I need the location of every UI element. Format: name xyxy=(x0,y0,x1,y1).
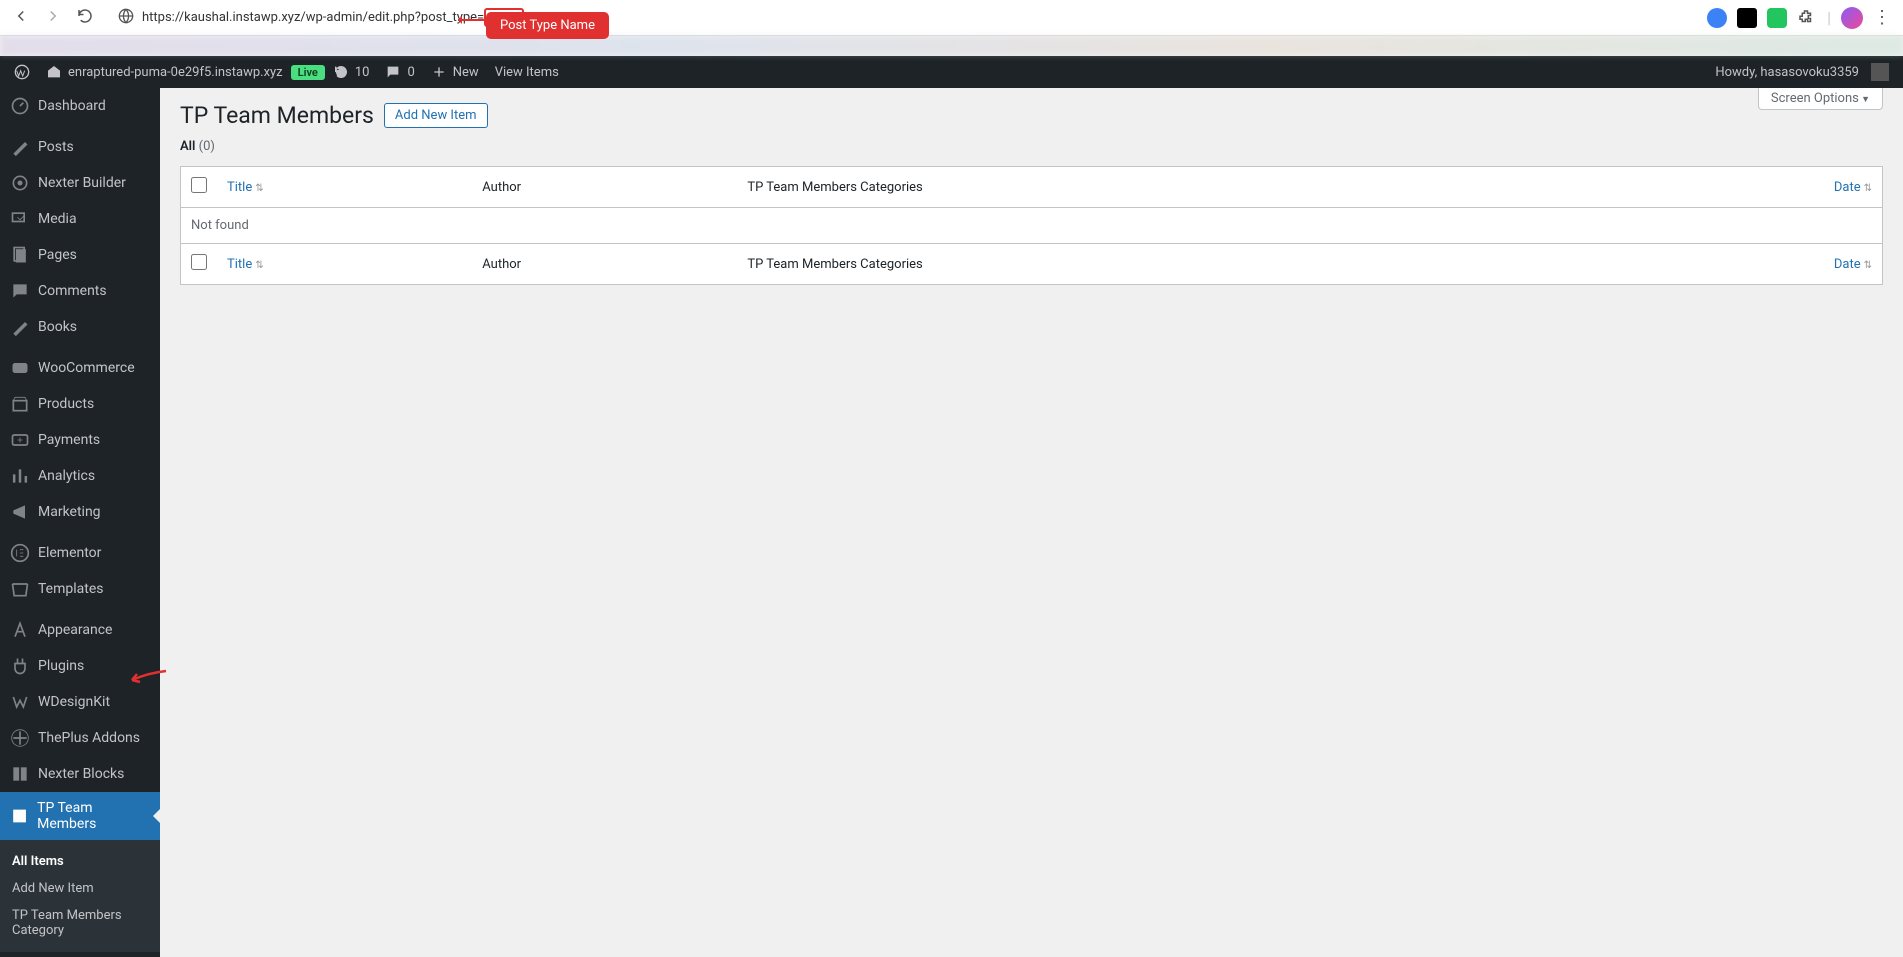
menu-nexter-blocks[interactable]: Nexter Blocks xyxy=(0,756,160,792)
page-title: TP Team Members xyxy=(180,102,374,129)
wp-adminbar: enraptured-puma-0e29f5.instawp.xyz Live … xyxy=(0,56,1903,88)
no-items-text: Not found xyxy=(181,208,1883,244)
column-author-foot: Author xyxy=(472,244,737,285)
forward-icon[interactable] xyxy=(44,7,62,29)
annotation-label: Post Type Name xyxy=(486,12,609,39)
menu-posts[interactable]: Posts xyxy=(0,129,160,165)
page-header: TP Team Members Add New Item xyxy=(160,88,1903,139)
table-row-empty: Not found xyxy=(181,208,1883,244)
menu-comments[interactable]: Comments xyxy=(0,273,160,309)
add-new-button[interactable]: Add New Item xyxy=(384,103,488,128)
column-date[interactable]: Date⇅ xyxy=(1834,180,1872,195)
annotation-arrow xyxy=(458,19,486,21)
browser-nav xyxy=(12,7,94,29)
howdy-user[interactable]: Howdy, hasasovoku3359 xyxy=(1707,56,1897,88)
menu-woocommerce[interactable]: WooCommerce xyxy=(0,350,160,386)
comments-item[interactable]: 0 xyxy=(377,56,422,88)
annotation-arrow-sidebar xyxy=(128,668,168,692)
extensions-icon[interactable] xyxy=(1797,8,1817,28)
menu-tp-team-members[interactable]: TP Team Members xyxy=(0,792,160,840)
column-title[interactable]: Title⇅ xyxy=(227,180,264,195)
submenu-tp-team: All Items Add New Item TP Team Members C… xyxy=(0,840,160,952)
submenu-add-new[interactable]: Add New Item xyxy=(0,875,160,902)
filter-row: All (0) xyxy=(160,139,1903,166)
refresh-item[interactable]: 10 xyxy=(325,56,378,88)
menu-payments[interactable]: Payments xyxy=(0,422,160,458)
profile-avatar[interactable] xyxy=(1841,7,1863,29)
column-categories: TP Team Members Categories xyxy=(737,167,1618,208)
menu-products[interactable]: Products xyxy=(0,386,160,422)
browser-chrome: https://kaushal.instawp.xyz/wp-admin/edi… xyxy=(0,0,1903,36)
browser-extensions: | ⋮ xyxy=(1707,7,1891,29)
user-avatar-icon xyxy=(1871,63,1889,81)
menu-elementor[interactable]: Elementor xyxy=(0,535,160,571)
address-bar[interactable]: https://kaushal.instawp.xyz/wp-admin/edi… xyxy=(106,4,1695,32)
extension-icon[interactable] xyxy=(1707,8,1727,28)
posts-table: Title⇅ Author TP Team Members Categories… xyxy=(180,166,1883,285)
extension-icon[interactable] xyxy=(1737,8,1757,28)
view-items-link[interactable]: View Items xyxy=(487,56,567,88)
column-categories-foot: TP Team Members Categories xyxy=(737,244,1618,285)
url-text: https://kaushal.instawp.xyz/wp-admin/edi… xyxy=(142,10,524,25)
live-badge: Live xyxy=(291,65,325,80)
filter-count: (0) xyxy=(199,139,215,154)
menu-media[interactable]: Media xyxy=(0,201,160,237)
blur-bar xyxy=(0,36,1903,56)
menu-books[interactable]: Books xyxy=(0,309,160,345)
extension-icon[interactable] xyxy=(1767,8,1787,28)
content-area: Screen Options TP Team Members Add New I… xyxy=(160,88,1903,957)
reload-icon[interactable] xyxy=(76,7,94,29)
menu-analytics[interactable]: Analytics xyxy=(0,458,160,494)
menu-marketing[interactable]: Marketing xyxy=(0,494,160,530)
select-all-checkbox[interactable] xyxy=(191,177,207,193)
back-icon[interactable] xyxy=(12,7,30,29)
admin-sidebar: Dashboard Posts Nexter Builder Media Pag… xyxy=(0,88,160,957)
menu-theplus[interactable]: ThePlus Addons xyxy=(0,720,160,756)
column-date-foot[interactable]: Date⇅ xyxy=(1834,257,1872,272)
submenu-category[interactable]: TP Team Members Category xyxy=(0,902,160,944)
globe-icon xyxy=(118,8,134,28)
site-name-link[interactable]: enraptured-puma-0e29f5.instawp.xyz xyxy=(38,56,291,88)
menu-appearance[interactable]: Appearance xyxy=(0,612,160,648)
column-author: Author xyxy=(472,167,737,208)
menu-dashboard[interactable]: Dashboard xyxy=(0,88,160,124)
new-item[interactable]: New xyxy=(423,56,487,88)
wp-logo[interactable] xyxy=(6,56,38,88)
browser-menu-icon[interactable]: ⋮ xyxy=(1873,7,1891,28)
menu-pages[interactable]: Pages xyxy=(0,237,160,273)
submenu-all-items[interactable]: All Items xyxy=(0,848,160,875)
column-title-foot[interactable]: Title⇅ xyxy=(227,257,264,272)
filter-all[interactable]: All xyxy=(180,139,195,154)
screen-options-tab[interactable]: Screen Options xyxy=(1758,88,1883,110)
menu-nexter-builder[interactable]: Nexter Builder xyxy=(0,165,160,201)
menu-templates[interactable]: Templates xyxy=(0,571,160,607)
select-all-checkbox-foot[interactable] xyxy=(191,254,207,270)
